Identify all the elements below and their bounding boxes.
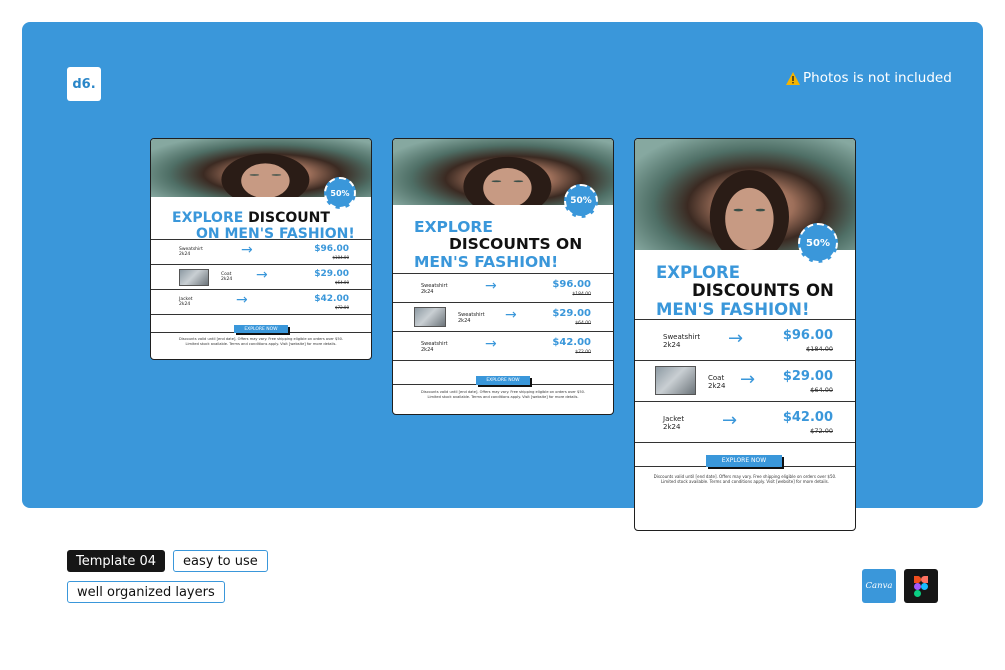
product-price: $42.00 xyxy=(782,410,833,425)
discount-badge: 50% xyxy=(324,177,356,209)
product-old-price: $184.00 xyxy=(806,345,833,353)
canva-icon: Canva xyxy=(862,569,896,603)
product-price: $29.00 xyxy=(314,269,349,279)
product-price: $96.00 xyxy=(782,328,833,343)
product-row[interactable]: Coat 2k24 → $29.00 $64.00 xyxy=(635,360,855,401)
figma-icon xyxy=(904,569,938,603)
discount-badge: 50% xyxy=(564,184,598,218)
discount-badge: 50% xyxy=(798,223,838,263)
product-price: $29.00 xyxy=(552,308,591,319)
email-template-small[interactable]: 50% EXPLORE DISCOUNT ON MEN'S FASHION! S… xyxy=(150,138,372,360)
email-template-large[interactable]: 50% EXPLORE DISCOUNTS ON MEN'S FASHION! … xyxy=(634,138,856,531)
cta-section: EXPLORE NOW xyxy=(393,360,613,385)
arrow-right-icon: → xyxy=(485,278,497,294)
arrow-right-icon: → xyxy=(485,336,497,352)
product-row[interactable]: Coat 2k24 → $29.00 $64.00 xyxy=(151,264,371,289)
product-name: Coat 2k24 xyxy=(221,272,233,283)
product-price: $96.00 xyxy=(552,279,591,290)
product-row[interactable]: Sweatshirt 2k24 → $96.00 $184.00 xyxy=(151,239,371,264)
product-old-price: $64.00 xyxy=(810,386,833,394)
product-name: Sweatshirt 2k24 xyxy=(421,341,448,353)
easy-to-use-tag: easy to use xyxy=(173,550,268,572)
arrow-right-icon: → xyxy=(236,292,248,308)
product-old-price: $184.00 xyxy=(572,292,591,297)
product-name: Sweatshirt 2k24 xyxy=(421,283,448,295)
product-row[interactable]: Sweatshirt 2k24 → $29.00 $64.00 xyxy=(393,302,613,331)
cta-section: EXPLORE NOW xyxy=(151,314,371,333)
arrow-right-icon: → xyxy=(728,328,744,349)
warning-icon xyxy=(786,71,800,85)
product-name: Jacket 2k24 xyxy=(663,415,685,432)
product-row[interactable]: Sweatshirt 2k24 → $96.00 $184.00 xyxy=(393,273,613,302)
explore-now-button[interactable]: EXPLORE NOW xyxy=(476,376,530,385)
product-thumbnail xyxy=(179,269,209,286)
product-price: $29.00 xyxy=(782,369,833,384)
product-row[interactable]: Jacket 2k24 → $42.00 $72.00 xyxy=(635,401,855,442)
footer-disclaimer: Discounts valid until [end date]. Offers… xyxy=(151,332,371,359)
organized-layers-tag: well organized layers xyxy=(67,581,225,603)
product-price: $96.00 xyxy=(314,244,349,254)
product-name: Coat 2k24 xyxy=(708,374,726,391)
photos-notice-text: Photos is not included xyxy=(803,70,952,86)
arrow-right-icon: → xyxy=(505,307,517,323)
photos-notice: Photos is not included xyxy=(786,70,952,86)
cta-section: EXPLORE NOW xyxy=(635,442,855,467)
product-row[interactable]: Sweatshirt 2k24 → $42.00 $72.00 xyxy=(393,331,613,360)
product-row[interactable]: Jacket 2k24 → $42.00 $72.00 xyxy=(151,289,371,314)
footer-disclaimer: Discounts valid until [end date]. Offers… xyxy=(393,384,613,414)
arrow-right-icon: → xyxy=(740,369,756,390)
footer-disclaimer: Discounts valid until [end date]. Offers… xyxy=(635,466,855,530)
product-old-price: $64.00 xyxy=(335,280,349,285)
product-old-price: $72.00 xyxy=(810,427,833,435)
product-old-price: $64.00 xyxy=(575,321,591,326)
template-number-tag: Template 04 xyxy=(67,550,165,572)
product-price: $42.00 xyxy=(314,294,349,304)
product-row[interactable]: Sweatshirt 2k24 → $96.00 $184.00 xyxy=(635,319,855,360)
product-old-price: $72.00 xyxy=(575,350,591,355)
brand-logo: d6. xyxy=(67,67,101,101)
email-template-medium[interactable]: 50% EXPLORE DISCOUNTS ON MEN'S FASHION! … xyxy=(392,138,614,415)
product-name: Sweatshirt 2k24 xyxy=(663,333,701,350)
product-thumbnail xyxy=(414,307,446,327)
explore-now-button[interactable]: EXPLORE NOW xyxy=(234,325,288,333)
product-name: Sweatshirt 2k24 xyxy=(179,247,203,258)
product-old-price: $184.00 xyxy=(332,255,349,260)
arrow-right-icon: → xyxy=(256,267,268,283)
product-price: $42.00 xyxy=(552,337,591,348)
arrow-right-icon: → xyxy=(241,242,253,258)
product-name: Jacket 2k24 xyxy=(179,297,193,308)
explore-now-button[interactable]: EXPLORE NOW xyxy=(706,455,782,467)
product-thumbnail xyxy=(655,366,696,395)
arrow-right-icon: → xyxy=(722,410,738,431)
product-name: Sweatshirt 2k24 xyxy=(458,312,485,324)
product-old-price: $72.00 xyxy=(335,305,349,310)
